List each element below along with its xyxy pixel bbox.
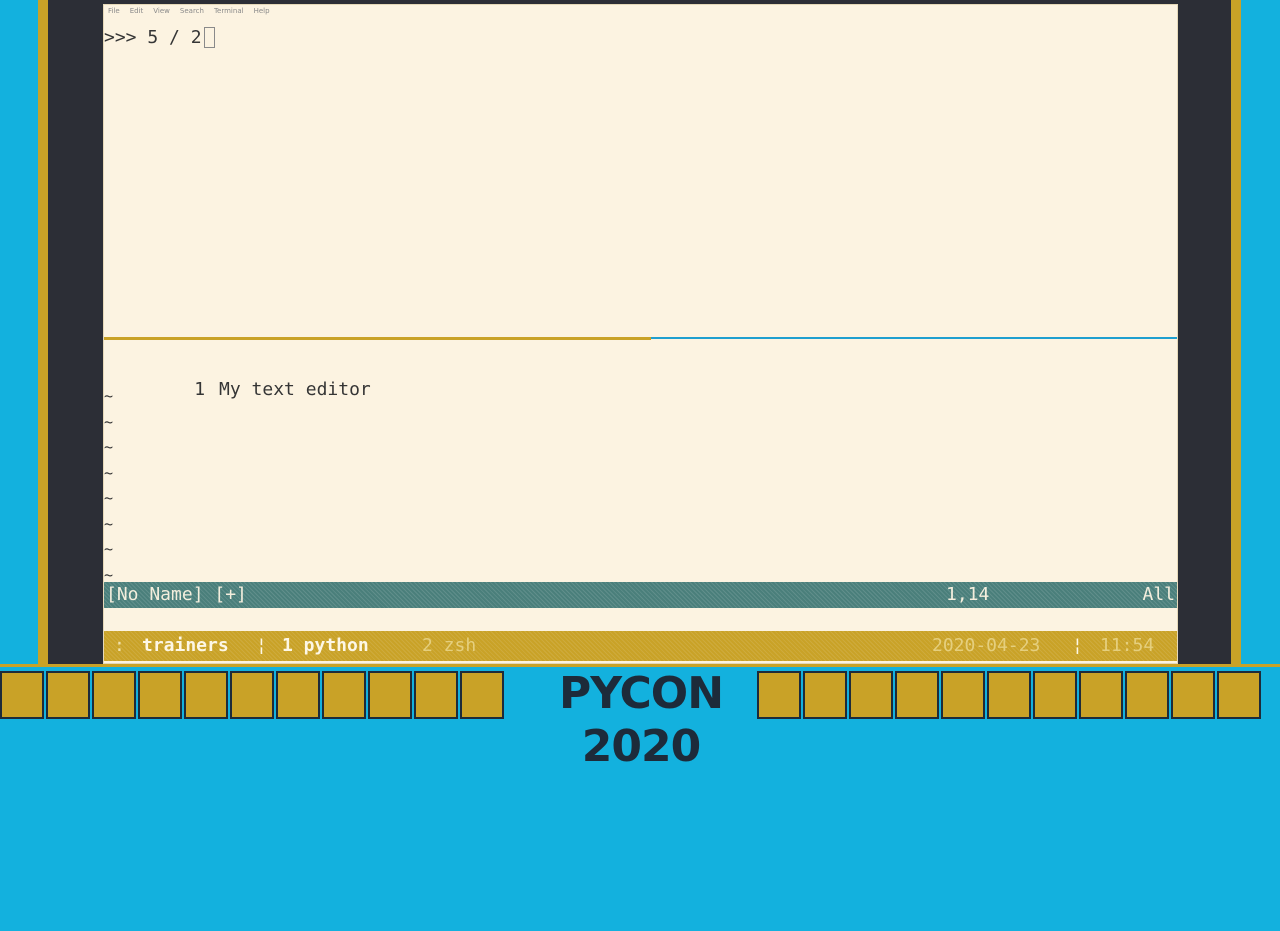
banner-tile-bridge <box>803 671 847 719</box>
pane-divider-inactive <box>651 337 1177 339</box>
pycon-banner: PYCON 2020 <box>0 664 1280 772</box>
tmux-status-bar: : trainers ¦ 1 python 2 zsh 2020-04-23 ¦… <box>104 631 1177 661</box>
tmux-separator: ¦ <box>1072 635 1083 656</box>
tmux-prefix-colon: : <box>114 635 125 656</box>
banner-tile-tools <box>368 671 412 719</box>
banner-tile-leaf <box>92 671 136 719</box>
empty-line-marker: ~ <box>104 464 114 482</box>
repl-prompt-line[interactable]: >>> 5 / 2 <box>104 27 215 48</box>
empty-line-marker: ~ <box>104 387 114 405</box>
status-scroll-position: All <box>1142 584 1175 605</box>
repl-input-text: >>> 5 / 2 <box>104 27 202 48</box>
line-number: 1 <box>194 379 206 400</box>
tmux-session-name: trainers <box>142 635 229 656</box>
banner-tile-star <box>184 671 228 719</box>
left-gold-border <box>38 0 48 664</box>
menu-view[interactable]: View <box>153 7 170 19</box>
banner-tile-bridge <box>757 671 801 719</box>
tmux-window-inactive[interactable]: 2 zsh <box>422 631 476 661</box>
banner-tile-bridge <box>460 671 504 719</box>
menu-file[interactable]: File <box>108 7 120 19</box>
empty-line-marker: ~ <box>104 515 114 533</box>
banner-tile-terminal <box>941 671 985 719</box>
banner-tile-window <box>849 671 893 719</box>
python-repl-pane[interactable]: >>> 5 / 2 <box>104 19 1177 337</box>
status-filename: [No Name] [+] <box>106 584 247 605</box>
tmux-date: 2020-04-23 <box>932 635 1041 656</box>
vim-line[interactable]: 1 My text editor <box>104 357 371 423</box>
banner-tile-pattern <box>895 671 939 719</box>
banner-tile-pattern <box>1033 671 1077 719</box>
menu-edit[interactable]: Edit <box>130 7 144 19</box>
terminal-window[interactable]: File Edit View Search Terminal Help >>> … <box>103 4 1178 664</box>
empty-line-marker: ~ <box>104 540 114 558</box>
status-cursor-position: 1,14 <box>946 584 990 605</box>
banner-tile-leaf <box>1079 671 1123 719</box>
tmux-clock: 11:54 <box>1100 635 1155 656</box>
menu-search[interactable]: Search <box>180 7 204 19</box>
empty-line-marker: ~ <box>104 438 114 456</box>
empty-line-marker: ~ <box>104 489 114 507</box>
text-cursor <box>203 27 215 48</box>
menu-terminal[interactable]: Terminal <box>214 7 244 19</box>
empty-line-marker: ~ <box>104 413 114 431</box>
tmux-window-active[interactable]: 1 python <box>282 631 369 661</box>
pane-divider[interactable] <box>104 337 1177 340</box>
banner-tile-pattern <box>987 671 1031 719</box>
banner-tile-pattern <box>46 671 90 719</box>
banner-tile-robot <box>1217 671 1261 719</box>
banner-tile-star <box>1125 671 1169 719</box>
banner-tile-terminal <box>0 671 44 719</box>
pycon-logo-text: PYCON 2020 <box>527 667 755 772</box>
terminal-menubar: File Edit View Search Terminal Help <box>108 7 270 19</box>
banner-tile-pattern <box>230 671 274 719</box>
banner-tile-chip <box>322 671 366 719</box>
right-gold-border <box>1231 0 1241 664</box>
banner-tile-leaf <box>138 671 182 719</box>
pane-divider-active <box>104 337 651 340</box>
banner-tile-pattern <box>1171 671 1215 719</box>
tmux-separator: ¦ <box>256 635 267 656</box>
vim-statusline: [No Name] [+] 1,14 All <box>104 582 1177 608</box>
banner-tile-bridge <box>414 671 458 719</box>
menu-help[interactable]: Help <box>254 7 270 19</box>
vim-editor-pane[interactable]: 1 My text editor ~ ~ ~ ~ ~ ~ ~ ~ <box>104 341 1177 584</box>
line-text: My text editor <box>219 379 371 400</box>
banner-tile-robot <box>276 671 320 719</box>
